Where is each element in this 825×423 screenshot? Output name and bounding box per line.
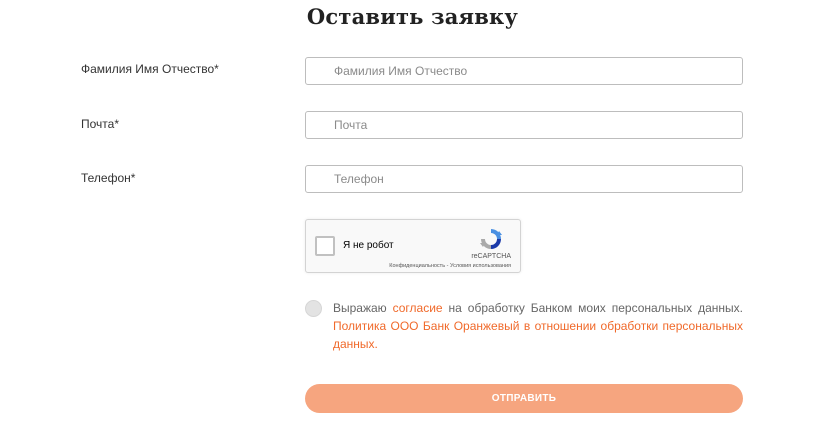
recaptcha-checkbox[interactable] bbox=[315, 236, 335, 256]
consent-suffix: на обработку Банком моих персональных да… bbox=[448, 301, 743, 315]
email-label: Почта* bbox=[81, 117, 119, 131]
phone-label: Телефон* bbox=[81, 171, 136, 185]
recaptcha-brand: reCAPTCHA bbox=[471, 253, 511, 260]
consent-radio[interactable] bbox=[305, 300, 322, 317]
recaptcha-widget: Я не робот reCAPTCHA Конфиденциальность … bbox=[305, 219, 521, 273]
phone-input[interactable] bbox=[305, 165, 743, 193]
consent-line-1: Выражаю согласие на обработку Банком мои… bbox=[333, 299, 743, 317]
recaptcha-links[interactable]: Конфиденциальность - Условия использован… bbox=[389, 263, 511, 269]
policy-link-line-2[interactable]: данных. bbox=[333, 335, 743, 353]
consent-link[interactable]: согласие bbox=[393, 301, 443, 315]
policy-link-line-1[interactable]: Политика ООО Банк Оранжевый в отношении … bbox=[333, 317, 743, 335]
recaptcha-label: Я не робот bbox=[343, 240, 394, 251]
full-name-label: Фамилия Имя Отчество* bbox=[81, 62, 219, 76]
recaptcha-logo-icon bbox=[480, 229, 502, 249]
consent-prefix: Выражаю bbox=[333, 301, 387, 315]
full-name-input[interactable] bbox=[305, 57, 743, 85]
consent-text: Выражаю согласие на обработку Банком мои… bbox=[333, 299, 743, 353]
email-input[interactable] bbox=[305, 111, 743, 139]
submit-button[interactable]: ОТПРАВИТЬ bbox=[305, 384, 743, 413]
form-title: Оставить заявку bbox=[306, 4, 519, 29]
